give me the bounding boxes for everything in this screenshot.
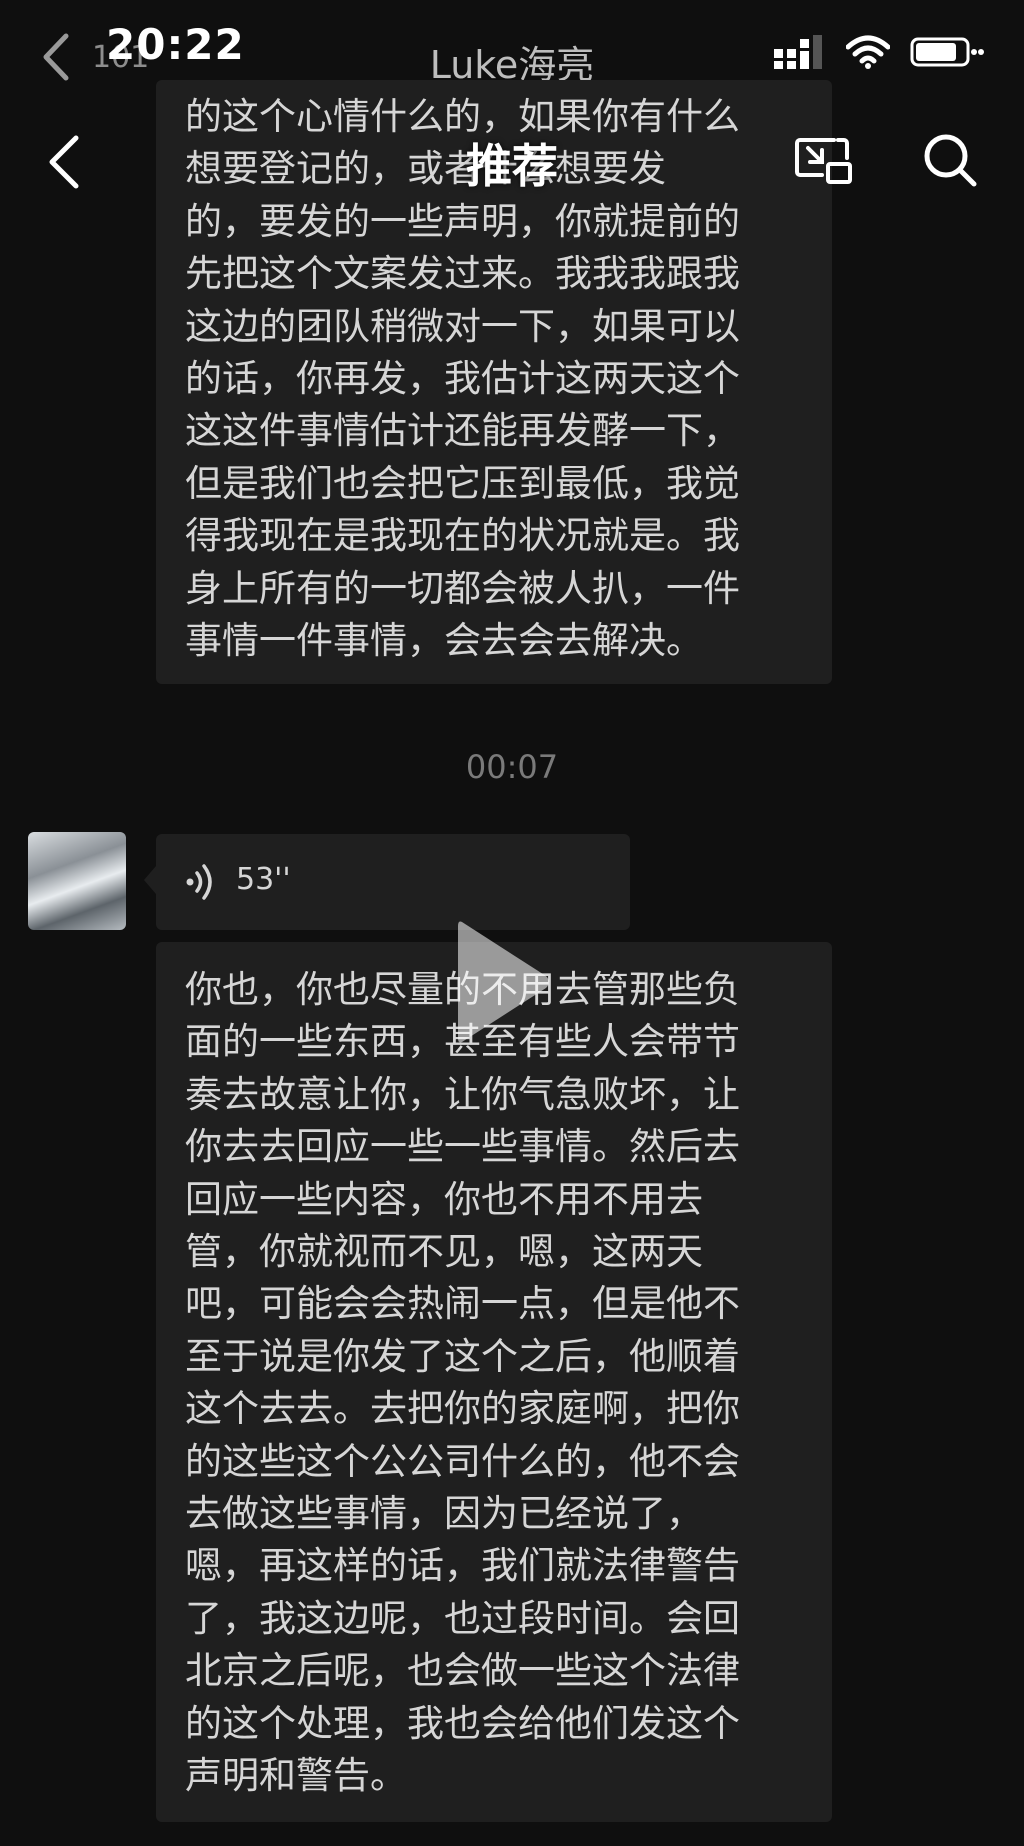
- wifi-icon: [846, 35, 890, 69]
- voice-duration: 53'': [236, 862, 291, 897]
- voice-transcript-text: 你也，你也尽量的不用去管那些负 面的一些东西，甚至有些人会带节 奏去故意让你，让…: [185, 968, 740, 1798]
- screen-cast-icon[interactable]: [794, 136, 854, 186]
- play-icon[interactable]: [452, 912, 552, 1052]
- overlay-title-recommend[interactable]: 推荐: [0, 130, 1024, 196]
- status-icons: [774, 32, 984, 72]
- voice-message-bubble[interactable]: 53'': [144, 834, 630, 930]
- signal-icon: [774, 35, 822, 69]
- message-timestamp: 00:07: [465, 748, 559, 786]
- search-icon[interactable]: [922, 132, 978, 188]
- avatar[interactable]: [28, 832, 126, 930]
- voice-transcript-bubble: 你也，你也尽量的不用去管那些负 面的一些东西，甚至有些人会带节 奏去故意让你，让…: [156, 942, 832, 1822]
- voice-wave-icon: [186, 864, 212, 900]
- battery-icon: [910, 37, 984, 67]
